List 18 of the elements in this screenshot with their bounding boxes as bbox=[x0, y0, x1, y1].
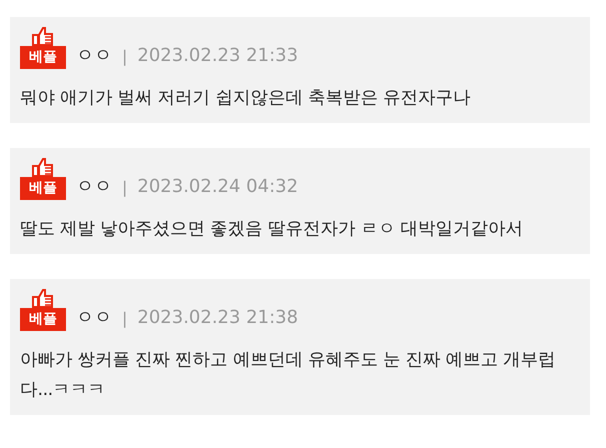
best-badge: 베플 bbox=[20, 177, 66, 200]
comment-date: 2023.02.23 21:33 bbox=[137, 44, 298, 68]
thumbs-up-icon bbox=[32, 27, 54, 46]
comment-text: 딸도 제발 낳아주셨으면 좋겠음 딸유전자가 ㄹㅇ 대박일거같아서 bbox=[20, 218, 524, 241]
separator: | bbox=[122, 46, 128, 68]
author-name: ㅇㅇ bbox=[76, 175, 112, 199]
comment-text: 뭐야 애기가 벌써 저러기 쉽지않은데 축복받은 유전자구나 bbox=[20, 87, 472, 110]
author-name: ㅇㅇ bbox=[76, 44, 112, 68]
best-badge: 베플 bbox=[20, 308, 66, 331]
separator: | bbox=[122, 308, 128, 330]
author-name: ㅇㅇ bbox=[76, 306, 112, 330]
comment-date: 2023.02.23 21:38 bbox=[137, 306, 298, 330]
comment-date: 2023.02.24 04:32 bbox=[137, 175, 298, 199]
best-badge: 베플 bbox=[20, 46, 66, 69]
comment-text: 아빠가 쌍커플 진짜 찐하고 예쁘던데 유혜주도 눈 진짜 예쁘고 개부럽다...ㅋㅋㅋ bbox=[20, 349, 557, 402]
thumbs-up-icon bbox=[32, 158, 54, 177]
separator: | bbox=[122, 177, 128, 199]
thumbs-up-icon bbox=[32, 289, 54, 308]
